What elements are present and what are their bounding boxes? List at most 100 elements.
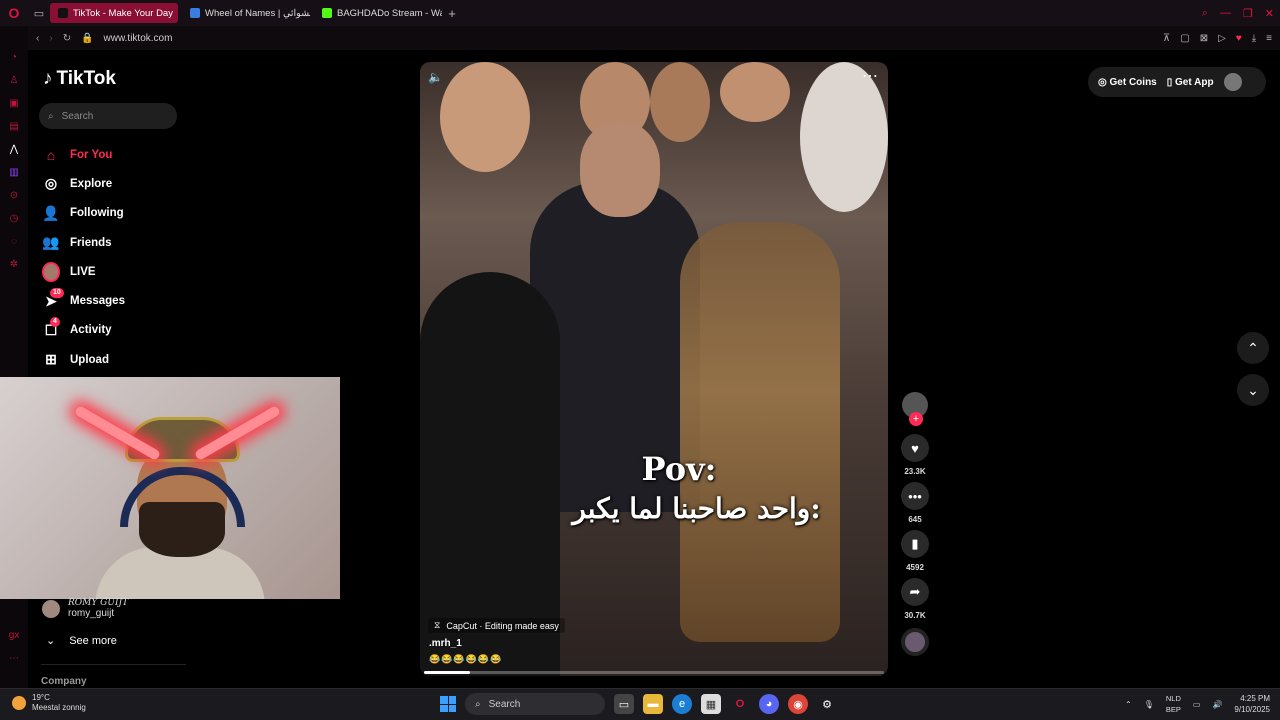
tiktok-sidebar-icon[interactable]: ⋀ [10,142,18,156]
mail-icon[interactable]: ▤ [9,119,18,133]
search-tabs-icon[interactable]: ⌕ [1202,7,1208,20]
twitch-icon[interactable]: ▥ [9,165,18,179]
tiktok-logo[interactable]: ♪ TikTok [43,68,116,90]
company-link[interactable]: Company [41,676,87,687]
tab-favicon-icon [58,8,68,18]
steam-icon[interactable]: ⚙ [817,694,837,714]
like-button[interactable]: ♥ [901,434,929,462]
gx-icon[interactable]: gx [9,628,20,642]
get-app-button[interactable]: ▯ Get App [1167,77,1214,88]
browser-titlebar: O ▭ TikTok - Make Your Day Wheel of Names… [0,0,1280,26]
windows-start-icon[interactable] [440,696,456,712]
opera-gx-icon[interactable]: O [730,694,750,714]
lock-icon: 🔒 [81,32,94,44]
share-button[interactable]: ➦ [901,578,929,606]
maximize-button[interactable]: ❐ [1243,7,1253,20]
next-video-button[interactable]: ⌄ [1237,374,1269,406]
chevron-up-icon[interactable]: ⌃ [1125,700,1132,709]
discord-icon[interactable]: ◕ [759,694,779,714]
url-field[interactable]: www.tiktok.com [104,33,173,44]
browser-tab[interactable]: BAGHDADo Stream - Wat [314,3,442,23]
messages-icon: ➤ 10 [42,288,64,310]
taskbar-search[interactable]: ⌕ Search [465,693,605,715]
system-tray: ⌃ 🎙 NLD BEP ▭ 🔊 4:25 PM 9/10/2025 [1125,693,1270,715]
volume-icon[interactable]: 🔈 [428,70,443,84]
menu-icon[interactable]: ≡ [1266,33,1272,44]
comment-icon: ••• [908,488,922,504]
nav-item-live[interactable]: LIVE [42,257,192,286]
more-options-icon[interactable]: ⋯ [862,66,878,86]
new-tab-button[interactable]: + [442,6,462,21]
music-disc-icon[interactable] [901,628,929,656]
send-icon[interactable]: ▷ [1218,33,1226,44]
download-icon[interactable]: ⤓ [1252,33,1256,44]
chat-icon[interactable]: ◌ [11,234,17,248]
see-more-button[interactable]: ⌄ See more [46,634,117,648]
share-count: 30.7K [904,611,926,620]
browser-tab[interactable]: TikTok - Make Your Day [50,3,178,23]
browser-tab[interactable]: Wheel of Names | عشوائي [182,3,310,23]
forward-icon[interactable]: › [49,33,52,44]
compass-icon: ◎ [44,175,58,192]
nav-item-for-you[interactable]: ⌂ For You [42,140,192,169]
nav-item-explore[interactable]: ◎ Explore [42,169,192,198]
comment-button[interactable]: ••• [901,482,929,510]
nav-item-upload[interactable]: ⊞ Upload [42,345,192,374]
heart-icon[interactable]: ♥ [1236,33,1242,44]
edge-icon[interactable]: e [672,694,692,714]
account-display-name: ROMY GUIJT [68,598,129,608]
notification-badge: 10 [50,288,64,299]
bag-icon[interactable]: ♙ [10,73,19,87]
file-explorer-icon[interactable]: ▬ [643,694,663,714]
messenger-icon[interactable]: ▣ [9,96,18,110]
video-player[interactable]: 🔈 ⋯ Pov: واحد صاحبنا لما يكبر: ⧖ CapCut … [420,62,888,676]
keyboard-layout: BEP [1165,705,1181,714]
search-input[interactable]: ⌕ Search [39,103,177,129]
nav-item-following[interactable]: 👤 Following [42,199,192,228]
friends-icon: 👥 [42,234,60,251]
save-button[interactable]: ▮ [901,530,929,558]
snapshot-icon[interactable]: ▢ [1180,33,1189,44]
more-icon[interactable]: ⋯ [9,651,19,665]
chrome-icon[interactable]: ◉ [788,694,808,714]
previous-video-button[interactable]: ⌃ [1237,332,1269,364]
video-author[interactable]: .mrh_1 [429,638,462,649]
tab-label: BAGHDADo Stream - Wat [337,7,442,19]
creator-avatar[interactable]: + [902,392,928,426]
nav-item-messages[interactable]: ➤ 10 Messages [42,286,192,315]
task-view-icon[interactable]: ▭ [614,694,634,714]
nav-item-activity[interactable]: ☐ 4 Activity [42,316,192,345]
opera-logo-icon[interactable]: O [0,0,28,26]
home-icon: ⌂ [46,146,56,163]
display-icon[interactable]: ▭ [1193,700,1201,709]
history-icon[interactable]: ◷ [10,211,19,225]
nav-item-friends[interactable]: 👥 Friends [42,228,192,257]
dancer-figure [680,222,840,642]
volume-icon[interactable]: 🔊 [1212,700,1222,709]
player-icon[interactable]: ⊙ [10,188,18,202]
get-coins-button[interactable]: ◎ Get Coins [1098,77,1157,88]
store-icon[interactable]: ▦ [701,694,721,714]
search-icon: ⌕ [475,698,481,710]
clock[interactable]: 4:25 PM 9/10/2025 [1234,693,1270,715]
follow-plus-icon[interactable]: + [909,412,923,426]
minimize-button[interactable]: — [1220,7,1231,19]
reload-icon[interactable]: ↻ [63,33,71,44]
settings-icon[interactable]: ✲ [10,257,18,271]
back-icon[interactable]: ‹ [36,33,39,44]
live-avatar [42,261,60,282]
capcut-tag[interactable]: ⧖ CapCut · Editing made easy [428,618,565,633]
taskbar-apps: ⌕ Search ▭ ▬ e ▦ O ◕ ◉ ⚙ [440,693,837,715]
following-account[interactable]: ROMY GUIJT romy_guijt [42,598,128,619]
tab-islands-icon[interactable]: ▭ [28,0,50,26]
video-progress-bar[interactable] [424,671,884,674]
microphone-icon[interactable]: 🎙 [1144,700,1154,709]
window-controls: ⌕ — ❐ ✕ [1202,0,1274,26]
language-indicator[interactable]: NLD BEP [1166,693,1181,715]
speed-dial-icon[interactable]: ◔ [11,50,17,64]
profile-avatar[interactable] [1223,73,1242,91]
weather-widget[interactable]: 19°C Meestal zonnig [12,693,86,713]
shield-icon[interactable]: ⊠ [1200,33,1208,44]
pin-icon[interactable]: ⊼ [1163,33,1170,44]
close-button[interactable]: ✕ [1265,7,1274,20]
